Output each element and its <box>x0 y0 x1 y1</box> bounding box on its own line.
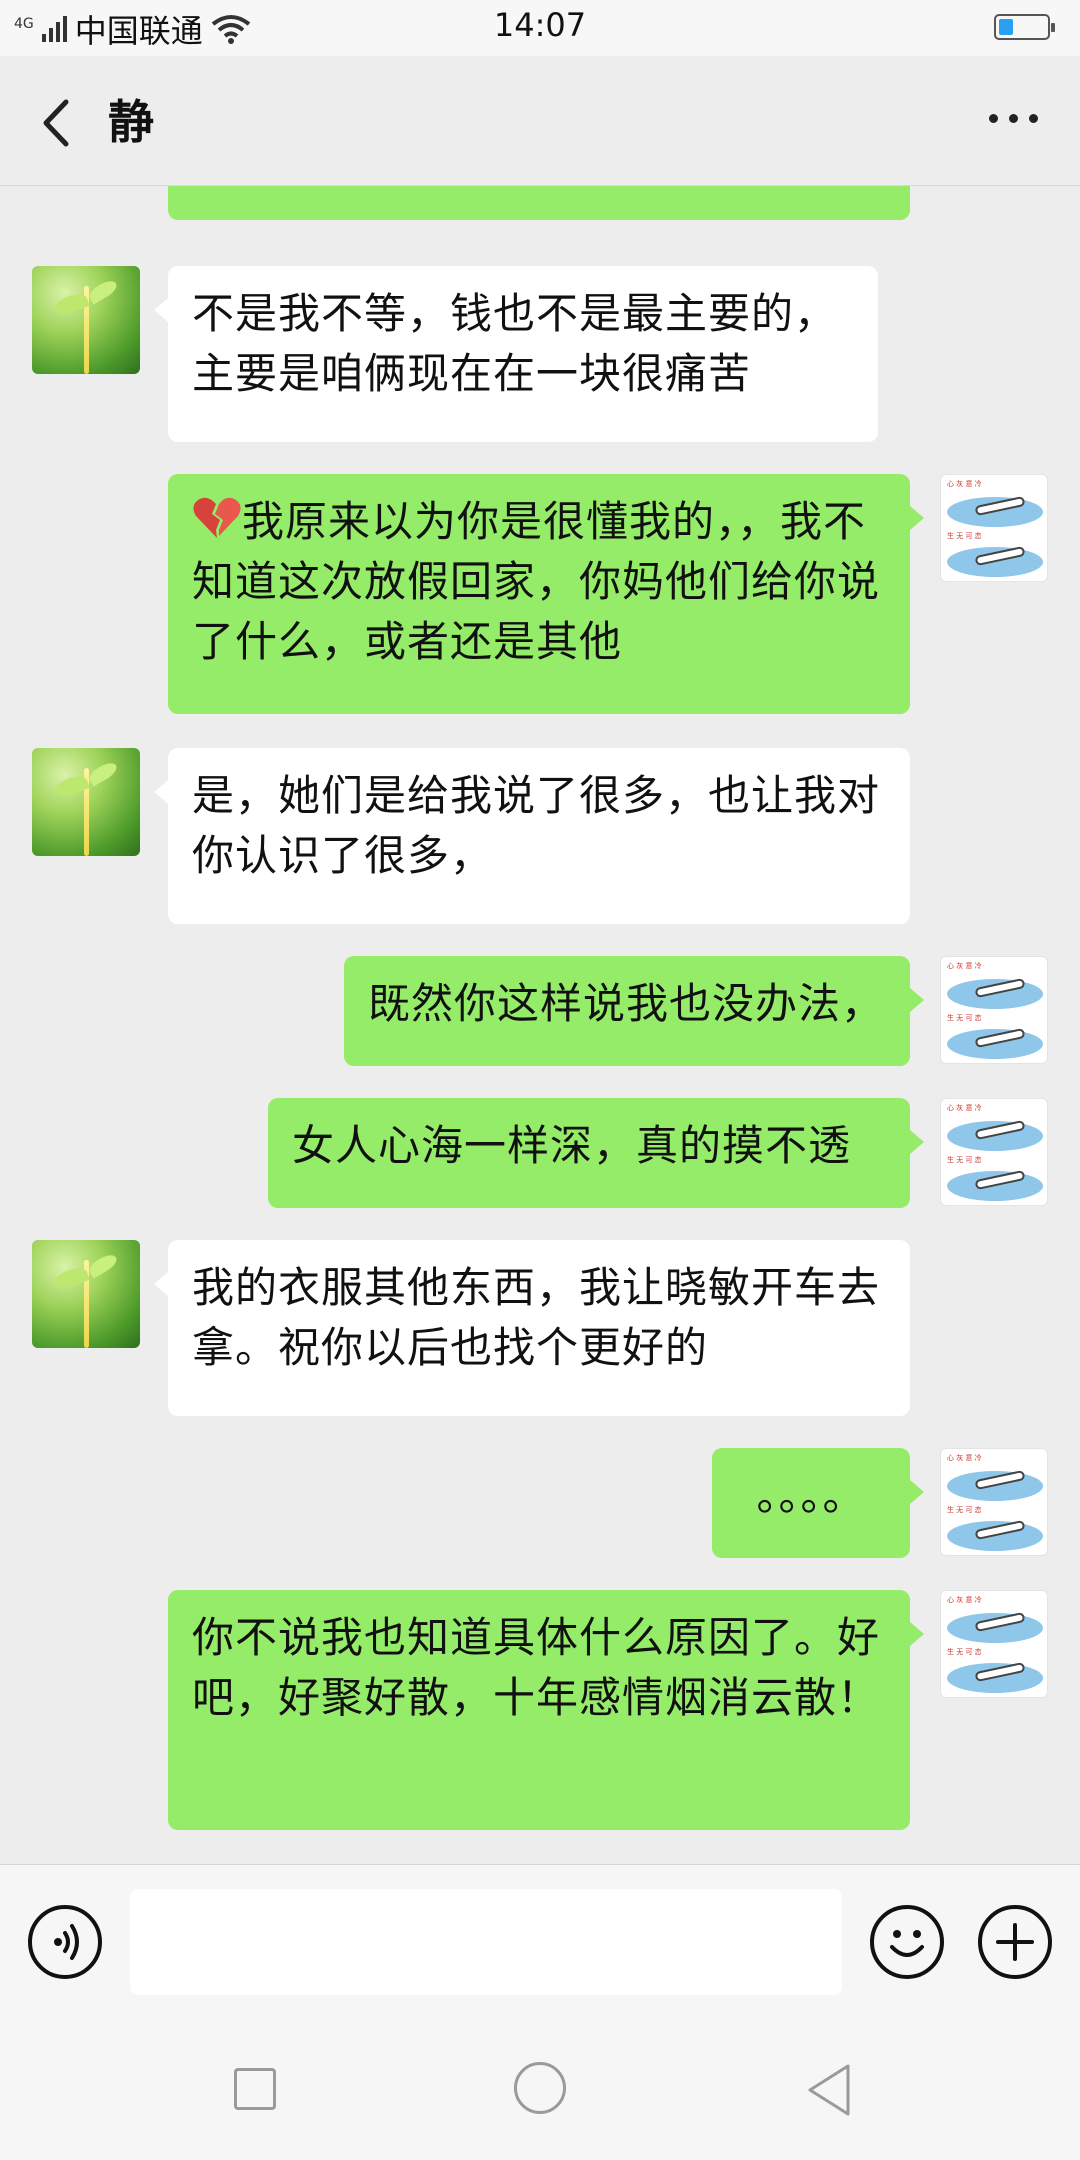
message-text: 女人心海一样深，真的摸不透 <box>292 1121 852 1170</box>
message-bubble-self[interactable]: 既然你这样说我也没办法， <box>344 956 924 1066</box>
self-avatar[interactable]: 心 灰 意 冷 生 无 可 恋 <box>940 1098 1048 1206</box>
message-text: 我原来以为你是很懂我的，，我不知道这次放假回家，你妈他们给你说了什么，或者还是其… <box>192 497 881 666</box>
message-text: 不是我不等，钱也不是最主要的，主要是咱俩现在在一块很痛苦 <box>192 289 838 398</box>
status-bar: 4G 中国联通 14:07 <box>0 0 1080 56</box>
contact-avatar[interactable] <box>32 748 140 856</box>
battery-icon <box>994 14 1055 40</box>
more-functions-button[interactable] <box>978 1905 1052 1979</box>
more-options-icon[interactable] <box>989 114 1038 123</box>
recent-apps-button[interactable] <box>234 2068 276 2110</box>
back-nav-button[interactable] <box>804 2062 854 2118</box>
message-bubble-contact[interactable]: 我的衣服其他东西，我让晓敏开车去拿。祝你以后也找个更好的 <box>154 1240 910 1416</box>
self-avatar[interactable]: 心 灰 意 冷 生 无 可 恋 <box>940 1448 1048 1556</box>
emoji-button[interactable] <box>870 1905 944 1979</box>
message-bubble-self[interactable]: 。。。。 <box>712 1448 924 1558</box>
emoji-icon <box>890 1930 924 1957</box>
message-bubble-self[interactable]: 我原来以为你是很懂我的，，我不知道这次放假回家，你妈他们给你说了什么，或者还是其… <box>168 474 924 714</box>
system-nav-bar <box>0 2012 1080 2160</box>
status-time: 14:07 <box>493 6 587 44</box>
self-avatar[interactable]: 心 灰 意 冷 生 无 可 恋 <box>940 1590 1048 1698</box>
back-icon[interactable] <box>36 96 76 150</box>
message-bubble-self[interactable]: 不行吗， <box>168 186 910 220</box>
message-bubble-self[interactable]: 女人心海一样深，真的摸不透 <box>268 1098 924 1208</box>
plus-icon <box>996 1923 1034 1961</box>
self-avatar[interactable]: 心 灰 意 冷 生 无 可 恋 <box>940 956 1048 1064</box>
input-bar <box>0 1864 1080 2012</box>
broken-heart-icon <box>193 497 241 538</box>
message-bubble-self[interactable]: 你不说我也知道具体什么原因了。好吧，好聚好散，十年感情烟消云散！ <box>168 1590 924 1830</box>
message-text: 是，她们是给我说了很多，也让我对你认识了很多， <box>192 771 881 880</box>
battery-fill <box>999 19 1013 35</box>
home-button[interactable] <box>514 2062 566 2114</box>
message-bubble-contact[interactable]: 不是我不等，钱也不是最主要的，主要是咱俩现在在一块很痛苦 <box>154 266 878 442</box>
chat-title: 静 <box>108 95 154 149</box>
message-text: 你不说我也知道具体什么原因了。好吧，好聚好散，十年感情烟消云散！ <box>192 1613 881 1722</box>
message-bubble-contact[interactable]: 是，她们是给我说了很多，也让我对你认识了很多， <box>154 748 910 924</box>
voice-input-button[interactable] <box>28 1905 102 1979</box>
contact-avatar[interactable] <box>32 1240 140 1348</box>
chat-area[interactable]: 不行吗， 不是我不等，钱也不是最主要的，主要是咱俩现在在一块很痛苦 我原来以为你… <box>0 186 1080 1864</box>
message-text: 。。。。 <box>756 1471 866 1520</box>
chat-header: 静 <box>0 56 1080 186</box>
voice-icon <box>54 1924 79 1960</box>
self-avatar[interactable]: 心 灰 意 冷 生 无 可 恋 <box>940 474 1048 582</box>
message-text: 我的衣服其他东西，我让晓敏开车去拿。祝你以后也找个更好的 <box>192 1263 881 1372</box>
contact-avatar[interactable] <box>32 266 140 374</box>
message-text: 不行吗， <box>192 186 364 196</box>
message-text: 既然你这样说我也没办法， <box>368 979 885 1028</box>
message-input[interactable] <box>130 1889 842 1995</box>
